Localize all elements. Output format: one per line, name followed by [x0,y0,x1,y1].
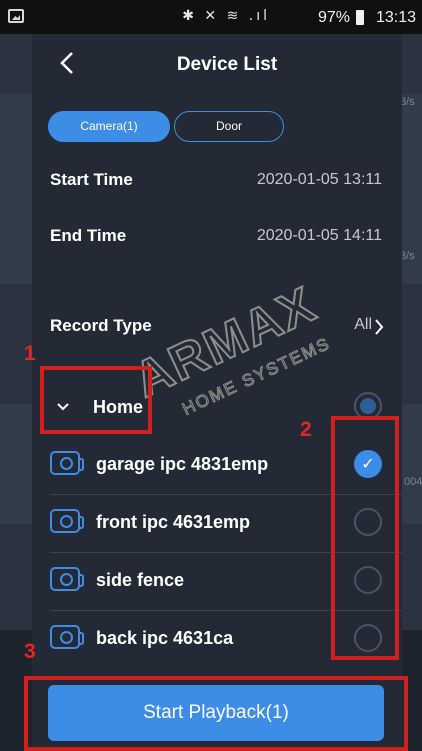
status-time: 13:13 [375,9,416,26]
background-fragment: 004 [404,476,422,488]
camera-icon [50,451,84,475]
device-name: front ipc 4631emp [96,512,251,532]
annotation-box-2 [331,416,399,660]
background-speed: 3/s [400,96,415,108]
signal-icons: ✱ ✕ ≋ .ıl [182,8,270,24]
device-name: back ipc 4631ca [96,628,234,648]
record-type-label: Record Type [50,316,152,335]
record-type-row[interactable]: Record Type All [32,304,402,352]
annotation-box-3 [24,676,408,751]
camera-icon [50,509,84,533]
camera-icon [50,567,84,591]
start-time-value: 2020-01-05 13:11 [256,171,382,188]
device-name: garage ipc 4831emp [96,454,269,474]
tab-door[interactable]: Door [174,111,284,142]
battery-percent: 97% [317,9,350,26]
annotation-number-3: 3 [24,640,36,663]
battery-icon [356,10,364,25]
camera-icon [50,625,84,649]
page-title: Device List [176,54,278,75]
header: Device List [32,34,402,96]
end-time-row[interactable]: End Time 2020-01-05 14:11 [32,214,402,270]
chevron-right-icon [375,319,384,335]
start-time-row[interactable]: Start Time 2020-01-05 13:11 [32,158,402,214]
device-name: side fence [96,570,185,590]
annotation-number-1: 1 [24,342,36,365]
record-type-value: All [354,316,372,333]
tab-camera[interactable]: Camera(1) [48,111,170,142]
end-time-value: 2020-01-05 14:11 [256,227,382,244]
annotation-number-2: 2 [300,418,312,441]
start-time-label: Start Time [50,170,133,189]
background-speed: 3/s [400,250,415,262]
end-time-label: End Time [50,226,127,245]
gallery-icon [8,9,24,23]
status-bar: ✱ ✕ ≋ .ıl 97% 13:13 [0,0,422,34]
annotation-box-1 [40,366,152,434]
